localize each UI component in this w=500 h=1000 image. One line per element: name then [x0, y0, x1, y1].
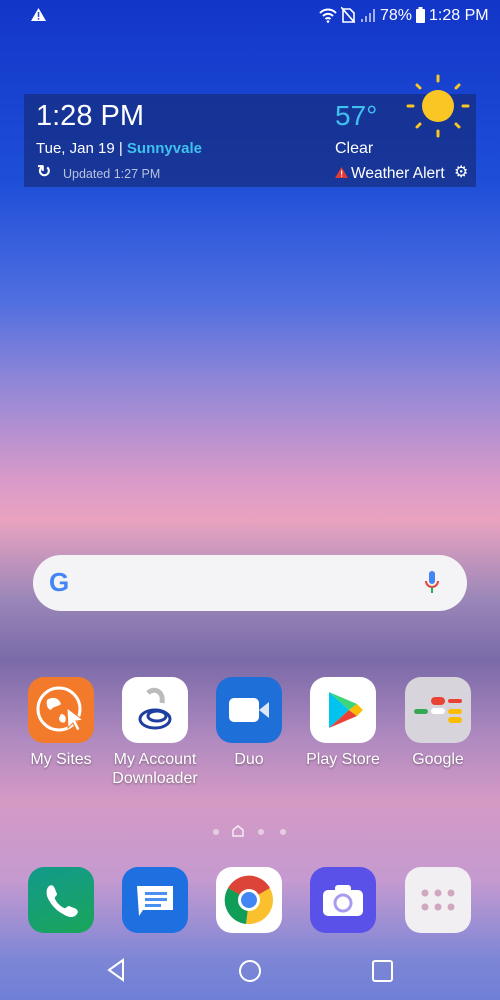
app-label: Duo: [234, 751, 264, 768]
folder-icon: [405, 677, 471, 743]
app-google-folder[interactable]: Google: [391, 677, 485, 769]
page-dot[interactable]: [258, 829, 264, 835]
play-store-icon: [310, 677, 376, 743]
messages-icon: [122, 867, 188, 933]
refresh-icon[interactable]: ↻: [37, 162, 51, 182]
battery-icon: [416, 7, 425, 23]
sun-icon: [406, 74, 470, 138]
signal-icon: [361, 9, 375, 22]
widget-location[interactable]: Sunnyvale: [127, 140, 202, 157]
status-time: 1:28 PM: [429, 7, 489, 24]
chrome-icon: [216, 867, 282, 933]
dock-chrome[interactable]: [202, 867, 296, 933]
back-button[interactable]: [105, 958, 129, 982]
app-my-account-downloader[interactable]: My Account Downloader: [108, 677, 202, 788]
mic-icon[interactable]: [425, 571, 439, 595]
battery-percent: 78%: [380, 7, 413, 24]
app-drawer-icon: [405, 867, 471, 933]
app-label: Google: [412, 751, 464, 768]
warning-icon: [31, 8, 46, 21]
globe-cursor-icon: [28, 677, 94, 743]
dock-camera[interactable]: [296, 867, 390, 933]
app-label: My Account Downloader: [112, 751, 198, 787]
app-my-sites[interactable]: My Sites: [14, 677, 108, 769]
alert-icon: [335, 167, 348, 178]
widget-date: Tue, Jan 19: [36, 140, 115, 157]
page-dot[interactable]: [213, 829, 219, 835]
home-page-indicator-icon[interactable]: [232, 825, 244, 837]
weather-alert-link[interactable]: Weather Alert: [351, 165, 445, 183]
settings-gear-icon[interactable]: ⚙: [454, 162, 468, 182]
headset-spiral-icon: [122, 677, 188, 743]
dock-messages[interactable]: [108, 867, 202, 933]
app-label: My Sites: [30, 751, 92, 768]
home-button[interactable]: [238, 959, 262, 983]
page-dot[interactable]: [280, 829, 286, 835]
google-search-bar[interactable]: G: [33, 555, 467, 611]
dock-app-drawer[interactable]: [391, 867, 485, 933]
widget-separator: |: [118, 140, 123, 157]
google-logo: G: [49, 567, 70, 597]
phone-icon: [28, 867, 94, 933]
widget-time[interactable]: 1:28 PM: [36, 100, 144, 133]
recents-button[interactable]: [371, 959, 393, 983]
app-label: Play Store: [306, 751, 380, 768]
no-sim-icon: [341, 7, 355, 23]
wifi-icon: [319, 8, 337, 23]
status-bar: 78% 1:28 PM: [0, 0, 500, 32]
widget-updated: Updated 1:27 PM: [63, 167, 161, 181]
camera-icon: [310, 867, 376, 933]
app-play-store[interactable]: Play Store: [296, 677, 390, 769]
dock-phone[interactable]: [14, 867, 108, 933]
app-duo[interactable]: Duo: [202, 677, 296, 769]
widget-temperature: 57°: [335, 100, 378, 131]
widget-condition: Clear: [335, 140, 374, 157]
video-camera-icon: [216, 677, 282, 743]
